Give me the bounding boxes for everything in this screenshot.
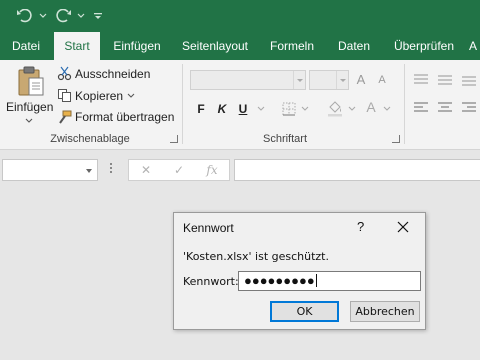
help-button[interactable]: ?: [357, 219, 364, 234]
undo-dropdown-icon[interactable]: [38, 6, 48, 26]
formula-bar-grip-icon[interactable]: [110, 163, 113, 177]
protected-message: 'Kosten.xlsx' ist geschützt.: [183, 250, 329, 263]
clipboard-launcher-icon[interactable]: [170, 135, 178, 143]
tab-insert[interactable]: Einfügen: [106, 32, 168, 60]
fill-color-dropdown-icon[interactable]: [347, 104, 357, 112]
ribbon: Einfügen Ausschneiden Kopieren Format üb…: [0, 60, 480, 150]
password-field[interactable]: ●●●●●●●●●: [238, 271, 421, 291]
password-label: Kennwort:: [183, 275, 239, 288]
name-box[interactable]: [2, 159, 98, 181]
format-painter-icon[interactable]: [56, 109, 72, 125]
close-icon[interactable]: [396, 220, 410, 234]
font-color-button[interactable]: A: [362, 98, 380, 116]
scissors-icon[interactable]: [56, 65, 72, 81]
copy-button[interactable]: Kopieren: [75, 89, 123, 103]
cancel-button[interactable]: Abbrechen: [350, 301, 420, 322]
copy-dropdown-icon[interactable]: [126, 91, 136, 99]
cancel-entry-icon[interactable]: ✕: [131, 160, 161, 180]
format-painter-button[interactable]: Format übertragen: [75, 110, 174, 124]
redo-dropdown-icon[interactable]: [76, 6, 86, 26]
customize-qat-icon[interactable]: [92, 6, 104, 26]
align-top-icon[interactable]: [412, 72, 430, 88]
ribbon-tabs: Datei Start Einfügen Seitenlayout Formel…: [0, 32, 480, 60]
font-name-dropdown[interactable]: [190, 70, 306, 90]
align-bottom-icon[interactable]: [460, 72, 478, 88]
tab-home[interactable]: Start: [54, 32, 100, 60]
tab-review[interactable]: Überprüfen: [386, 32, 462, 60]
text-caret: [315, 274, 317, 287]
align-right-icon[interactable]: [460, 100, 478, 116]
grow-font-button[interactable]: A: [352, 71, 370, 89]
title-bar: [0, 0, 480, 32]
bold-button[interactable]: F: [192, 100, 210, 118]
font-size-dropdown[interactable]: [309, 70, 349, 90]
align-center-icon[interactable]: [436, 100, 454, 116]
paste-icon[interactable]: [14, 64, 48, 98]
italic-button[interactable]: K: [213, 100, 231, 118]
formula-bar: ✕ ✓ fx: [0, 150, 480, 190]
align-left-icon[interactable]: [412, 100, 430, 116]
copy-icon[interactable]: [56, 87, 72, 103]
excel-window: Datei Start Einfügen Seitenlayout Formel…: [0, 0, 480, 360]
password-dialog: Kennwort ? 'Kosten.xlsx' ist geschützt. …: [173, 212, 426, 330]
password-value: ●●●●●●●●●: [244, 273, 315, 288]
borders-icon[interactable]: [280, 100, 298, 118]
underline-dropdown-icon[interactable]: [256, 104, 266, 112]
tab-data[interactable]: Daten: [330, 32, 378, 60]
insert-function-icon[interactable]: fx: [197, 160, 227, 180]
tab-page-layout[interactable]: Seitenlayout: [176, 32, 254, 60]
ok-button[interactable]: OK: [270, 301, 339, 322]
underline-button[interactable]: U: [234, 100, 252, 118]
name-box-dropdown-icon[interactable]: [86, 169, 92, 173]
shrink-font-button[interactable]: A: [373, 71, 391, 89]
enter-entry-icon[interactable]: ✓: [164, 160, 194, 180]
font-color-dropdown-icon[interactable]: [382, 104, 392, 112]
tab-file[interactable]: Datei: [4, 32, 48, 60]
redo-icon[interactable]: [52, 6, 74, 26]
tab-formulas[interactable]: Formeln: [262, 32, 322, 60]
undo-icon[interactable]: [14, 6, 36, 26]
font-group-label: Schriftart: [262, 133, 307, 145]
group-separator: [404, 64, 405, 144]
group-separator: [182, 64, 183, 144]
tab-view[interactable]: A: [466, 32, 480, 60]
align-middle-icon[interactable]: [436, 72, 454, 88]
paste-dropdown-icon[interactable]: [24, 116, 34, 124]
font-launcher-icon[interactable]: [392, 135, 400, 143]
formula-buttons: ✕ ✓ fx: [128, 159, 230, 181]
dialog-title: Kennwort: [183, 221, 234, 235]
paste-label[interactable]: Einfügen: [6, 100, 53, 114]
cut-button[interactable]: Ausschneiden: [75, 67, 150, 81]
clipboard-group-label: Zwischenablage: [50, 133, 130, 145]
borders-dropdown-icon[interactable]: [300, 104, 310, 112]
formula-input[interactable]: [234, 159, 480, 181]
fill-color-icon[interactable]: [325, 100, 345, 118]
